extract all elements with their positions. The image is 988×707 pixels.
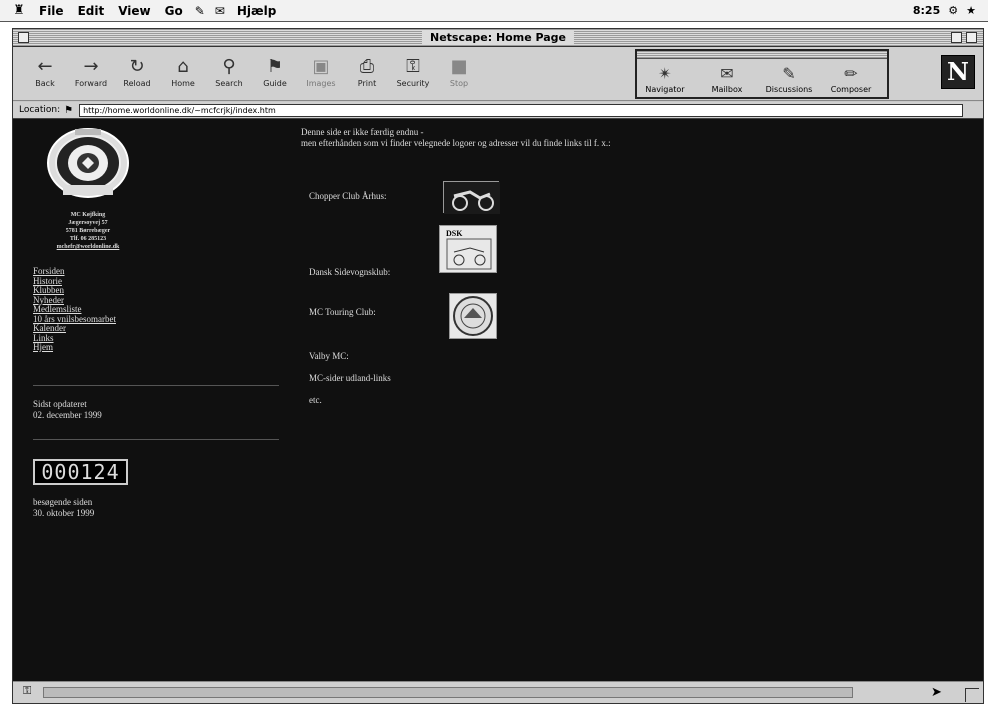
site-nav: Forsiden Historie Klubben Nyheder Medlem… [33, 266, 116, 353]
menu-edit[interactable]: Edit [78, 4, 105, 18]
discussions-icon: ✎ [782, 64, 796, 83]
club-address: MC Køjfking Jægersoyvej 57 5781 Børrebæg… [56, 212, 120, 250]
discussions-button[interactable]: ✎ Discussions [763, 63, 815, 94]
home-button[interactable]: ⌂ Home [163, 55, 203, 95]
link-mc-sider-udland: MC-sider udland-links [309, 373, 391, 383]
mc-touring-club-logo[interactable] [449, 293, 497, 339]
forward-arrow-icon: → [83, 56, 99, 77]
motorcycle-icon [444, 182, 500, 214]
club-logo [47, 128, 129, 198]
visit-counter: 000124 [33, 459, 128, 485]
composer-icon: ✏ [844, 64, 858, 83]
menu-help[interactable]: Hjælp [237, 4, 276, 18]
navigator-icon: ✴ [658, 64, 672, 83]
nav-link-hjem[interactable]: Hjem [33, 342, 116, 353]
home-icon: ⌂ [177, 56, 189, 77]
window-titlebar[interactable]: Netscape: Home Page [13, 29, 983, 47]
last-updated: Sidst opdateret 02. december 1999 [33, 399, 102, 420]
images-button[interactable]: ▣ Images [301, 55, 341, 95]
navigation-toolbar: ← Back → Forward ↻ Reload ⌂ Home ⚲ Search ⚑ Gu… [13, 47, 983, 101]
mouse-cursor-icon: ➤ [931, 684, 942, 699]
stop-icon: ■ [450, 56, 468, 77]
divider [33, 385, 279, 386]
security-lock-icon[interactable]: ⚿ [23, 685, 31, 698]
search-button[interactable]: ⚲ Search [209, 55, 249, 95]
back-arrow-icon: ← [37, 56, 53, 77]
intro-text: Denne side er ikke færdig endnu - men ef… [301, 127, 611, 148]
security-button[interactable]: ⚿ Security [393, 55, 433, 95]
page-content: MC Køjfking Jægersoyvej 57 5781 Børrebæg… [13, 118, 983, 681]
app-switcher-icon[interactable]: ⚙ [948, 4, 958, 17]
menu-view[interactable]: View [118, 4, 150, 18]
location-input[interactable] [79, 103, 964, 117]
printer-icon: ⎙ [359, 56, 375, 77]
reload-icon: ↻ [129, 56, 145, 77]
composer-button[interactable]: ✏ Composer [825, 63, 877, 94]
chopper-club-logo[interactable] [443, 181, 500, 214]
back-button[interactable]: ← Back [25, 55, 65, 95]
images-icon: ▣ [312, 56, 330, 77]
reload-button[interactable]: ↻ Reload [117, 55, 157, 95]
guide-icon: ⚑ [266, 56, 284, 77]
link-etc: etc. [309, 395, 322, 405]
guide-button[interactable]: ⚑ Guide [255, 55, 295, 95]
resize-grow-box[interactable] [965, 688, 979, 702]
menu-go[interactable]: Go [165, 4, 183, 18]
divider [33, 439, 279, 440]
forward-button[interactable]: → Forward [71, 55, 111, 95]
window-title: Netscape: Home Page [421, 31, 575, 44]
print-button[interactable]: ⎙ Print [347, 55, 387, 95]
stop-button[interactable]: ■ Stop [439, 55, 479, 95]
touring-club-emblem-icon [453, 296, 493, 336]
clock: 8:25 [912, 4, 941, 17]
link-chopper-club: Chopper Club Århus: [309, 191, 387, 201]
search-icon: ⚲ [222, 56, 236, 77]
netscape-app-icon[interactable]: ★ [966, 4, 976, 17]
link-valby-mc: Valby MC: [309, 351, 349, 361]
link-dansk-sidevognsklub: Dansk Sidevognsklub: [309, 267, 391, 277]
link-mc-touring-club: MC Touring Club: [309, 307, 376, 317]
close-box-icon[interactable] [18, 32, 29, 43]
apple-menu-icon[interactable]: ♜ [6, 3, 32, 18]
mailbox-button[interactable]: ✉ Mailbox [701, 63, 753, 94]
sidecar-icon [446, 238, 492, 270]
page-proxy-icon[interactable]: ⚑ [64, 105, 73, 116]
navigator-button[interactable]: ✴ Navigator [639, 63, 691, 94]
menubar: ♜ File Edit View Go ✎ ✉ Hjælp 8:25 ⚙ ★ [0, 0, 988, 22]
dansk-sidevognsklub-logo[interactable]: DSK [439, 225, 497, 273]
browser-window: Netscape: Home Page ← Back → Forward ↻ Relo… [12, 28, 984, 704]
help-balloon-icon[interactable]: ✉ [215, 4, 225, 18]
visitors-since: besøgende siden 30. oktober 1999 [33, 497, 95, 518]
status-bar: ⚿ ➤ [13, 681, 983, 703]
netscape-logo[interactable]: N [941, 55, 975, 89]
location-bar: Location: ⚑ [13, 102, 983, 118]
collapse-box-icon[interactable] [966, 32, 977, 43]
zoom-box-icon[interactable] [951, 32, 962, 43]
lock-icon: ⚿ [406, 56, 420, 77]
pencil-icon[interactable]: ✎ [195, 4, 205, 18]
component-bar: ✴ Navigator ✉ Mailbox ✎ Discussions ✏ Compos… [635, 49, 889, 99]
component-bar-titlebar[interactable] [637, 51, 887, 59]
menu-file[interactable]: File [39, 4, 64, 18]
mailbox-icon: ✉ [720, 64, 734, 83]
progress-bar [43, 687, 853, 698]
location-label: Location: [19, 105, 61, 115]
